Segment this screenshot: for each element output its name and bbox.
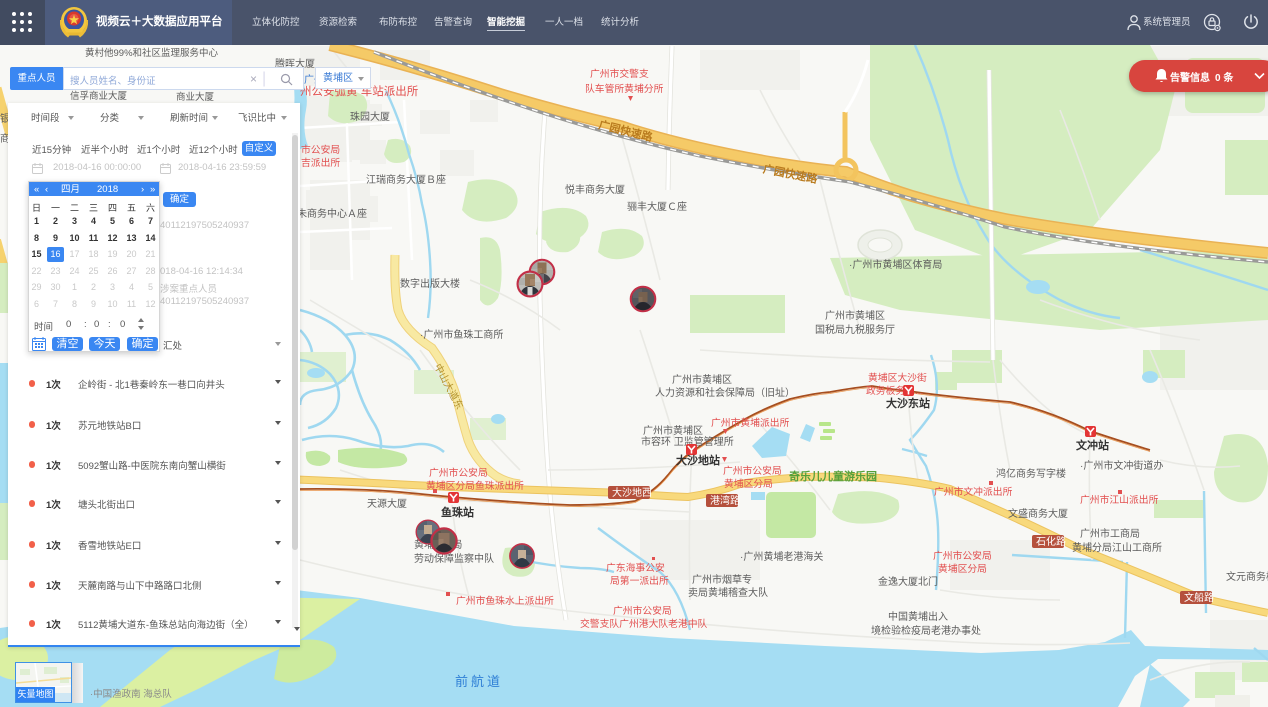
svg-text:政务板务中...: 政务板务中... (866, 384, 923, 397)
svg-text:·广州市文冲街道办: ·广州市文冲街道办 (1080, 459, 1163, 472)
svg-text:黄埔分局江山工商所: 黄埔分局江山工商所 (1072, 541, 1162, 554)
svg-text:广州市文冲派出所: 广州市文冲派出所 (934, 485, 1013, 498)
svg-text:珠园大厦: 珠园大厦 (350, 110, 390, 123)
svg-text:·广州黄埔老港海关: ·广州黄埔老港海关 (740, 550, 823, 563)
svg-text:黄埔区大沙街: 黄埔区大沙街 (868, 371, 927, 384)
svg-text:前航道: 前航道 (455, 674, 503, 689)
svg-text:广州市江山派出所: 广州市江山派出所 (1080, 493, 1159, 506)
svg-text:境检验检疫局老港办事处: 境检验检疫局老港办事处 (871, 624, 981, 637)
svg-text:黄村他99%和社区监理服务中心: 黄村他99%和社区监理服务中心 (85, 47, 219, 59)
svg-text:中国黄埔出入: 中国黄埔出入 (888, 610, 948, 623)
svg-text:广州市黄埔区: 广州市黄埔区 (643, 424, 703, 437)
svg-text:港湾路: 港湾路 (710, 494, 740, 507)
svg-text:江瑞商务大厦Ｂ座: 江瑞商务大厦Ｂ座 (366, 173, 446, 186)
svg-text:天源大厦: 天源大厦 (367, 497, 407, 510)
svg-text:商业大厦: 商业大厦 (176, 91, 215, 103)
svg-text:局第一派出所: 局第一派出所 (610, 574, 669, 587)
svg-text:广州市交警支: 广州市交警支 (590, 67, 649, 80)
svg-text:卖局黄埔稽查大队: 卖局黄埔稽查大队 (688, 586, 768, 599)
svg-text:劳动保障监察中队: 劳动保障监察中队 (414, 552, 494, 565)
svg-text:广州市工商局: 广州市工商局 (1080, 527, 1140, 540)
svg-text:市公安局: 市公安局 (301, 143, 340, 156)
svg-text:数字出版大楼: 数字出版大楼 (400, 277, 460, 290)
svg-text:广州市黄埔区: 广州市黄埔区 (825, 309, 885, 322)
svg-text:黄埔区分局鱼珠派出所: 黄埔区分局鱼珠派出所 (426, 479, 524, 492)
svg-text:广东海事公安: 广东海事公安 (606, 561, 665, 574)
svg-text:石化路: 石化路 (1036, 535, 1066, 548)
svg-text:鸿亿商务写字楼: 鸿亿商务写字楼 (996, 467, 1066, 480)
svg-text:大沙地站: 大沙地站 (676, 453, 720, 467)
svg-text:交警支队广州港大队老港中队: 交警支队广州港大队老港中队 (580, 617, 708, 630)
svg-text:·广州市黄埔区体育局: ·广州市黄埔区体育局 (849, 258, 942, 271)
svg-text:广州市公安局: 广州市公安局 (429, 466, 488, 479)
svg-text:骊丰大厦Ｃ座: 骊丰大厦Ｃ座 (627, 200, 687, 213)
svg-text:奇乐儿儿童游乐园: 奇乐儿儿童游乐园 (789, 469, 877, 483)
svg-text:国税局九税服务厅: 国税局九税服务厅 (815, 323, 895, 336)
svg-text:广州市烟草专: 广州市烟草专 (692, 573, 752, 586)
svg-text:文冲站: 文冲站 (1076, 438, 1109, 452)
svg-text:朱商务中心Ａ座: 朱商务中心Ａ座 (297, 207, 367, 220)
svg-text:人力资源和社会保障局（旧址）: 人力资源和社会保障局（旧址） (655, 386, 795, 399)
svg-text:广州市公安局: 广州市公安局 (933, 549, 992, 562)
svg-text:信孚商业大厦: 信孚商业大厦 (70, 90, 128, 102)
svg-text:鱼珠站: 鱼珠站 (441, 505, 474, 519)
svg-text:广州市鱼珠水上派出所: 广州市鱼珠水上派出所 (456, 594, 554, 607)
svg-text:广州市公安局: 广州市公安局 (723, 464, 782, 477)
svg-text:文船路: 文船路 (1184, 591, 1214, 604)
svg-text:黄埔区分局: 黄埔区分局 (938, 562, 987, 575)
svg-text:队车管所黄埔分所: 队车管所黄埔分所 (585, 82, 664, 95)
svg-text:文盛商务大厦: 文盛商务大厦 (1008, 507, 1068, 520)
svg-text:黄埔区分局: 黄埔区分局 (724, 477, 773, 490)
svg-text:广州市公安局: 广州市公安局 (613, 604, 672, 617)
svg-text:大沙东站: 大沙东站 (886, 396, 930, 410)
svg-text:悦丰商务大厦: 悦丰商务大厦 (565, 183, 625, 196)
svg-text:文元商务楼: 文元商务楼 (1226, 570, 1268, 583)
svg-text:广州市黄埔区: 广州市黄埔区 (672, 373, 732, 386)
svg-text:吉派出所: 吉派出所 (301, 156, 340, 169)
svg-text:金逸大厦北门: 金逸大厦北门 (878, 575, 938, 588)
svg-text:广州市黄埔派出所: 广州市黄埔派出所 (711, 416, 790, 429)
svg-text:大沙地西: 大沙地西 (612, 486, 652, 499)
svg-text:·广州市鱼珠工商所: ·广州市鱼珠工商所 (420, 328, 503, 341)
